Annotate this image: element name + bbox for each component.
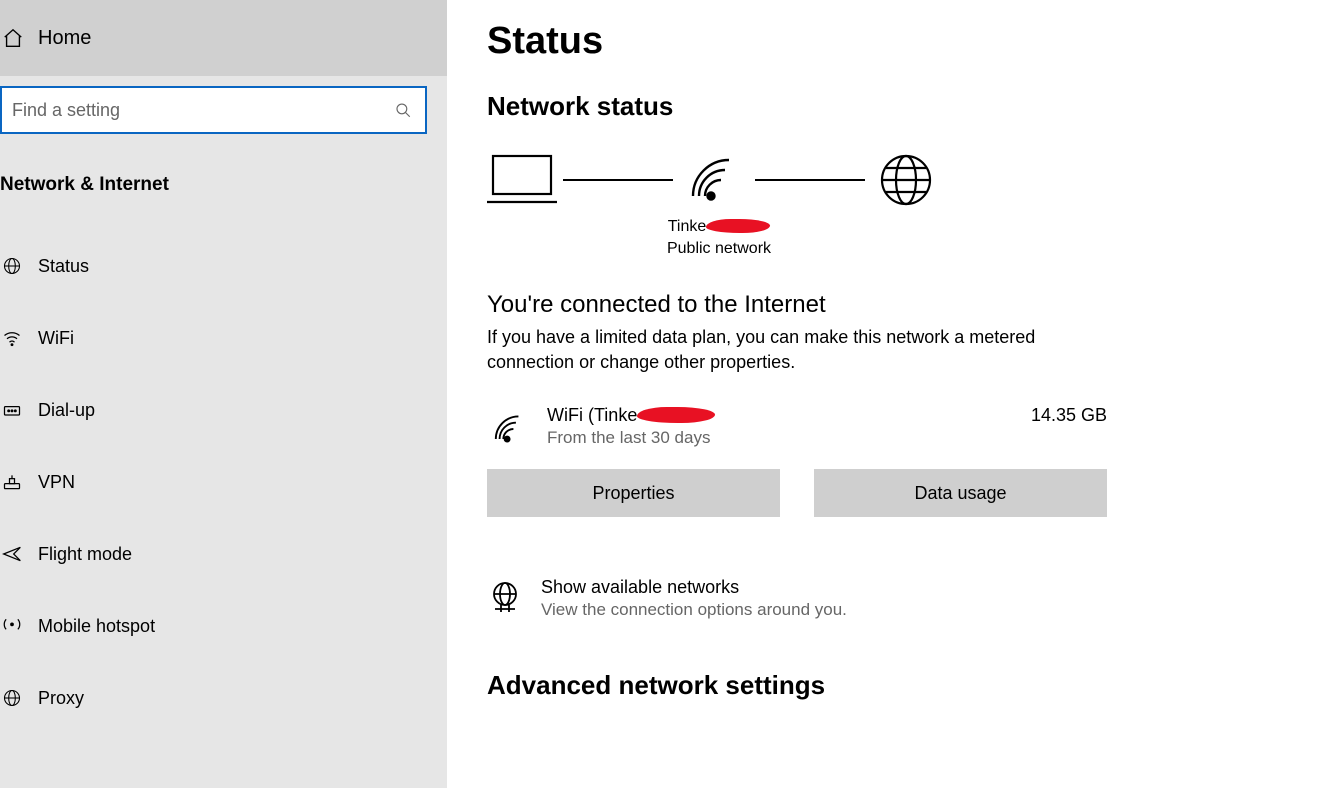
sidebar-item-status[interactable]: Status <box>0 230 447 302</box>
network-name-prefix: Tinke <box>668 218 707 235</box>
topology-wifi-icon <box>679 152 749 208</box>
sidebar-item-label: VPN <box>38 472 75 493</box>
sidebar-home-label: Home <box>38 27 91 50</box>
connected-heading: You're connected to the Internet <box>487 291 1301 319</box>
network-monitor-icon <box>487 577 541 615</box>
sidebar-item-mobile-hotspot[interactable]: Mobile hotspot <box>0 590 447 662</box>
airplane-icon <box>0 544 38 564</box>
sidebar-item-label: Mobile hotspot <box>38 616 155 637</box>
sidebar: Home Network & Internet Status <box>0 0 447 788</box>
available-networks-subtitle: View the connection options around you. <box>541 600 847 620</box>
topology-device-icon <box>487 152 557 208</box>
sidebar-item-label: Dial-up <box>38 400 95 421</box>
sidebar-item-flight-mode[interactable]: Flight mode <box>0 518 447 590</box>
vpn-icon <box>0 472 38 492</box>
topology-caption: Tinke Public network <box>629 216 809 261</box>
sidebar-item-wifi[interactable]: WiFi <box>0 302 447 374</box>
search-container <box>0 76 447 144</box>
connection-data-used: 14.35 GB <box>1031 405 1107 426</box>
sidebar-item-proxy[interactable]: Proxy <box>0 662 447 734</box>
topology-connector <box>755 179 865 181</box>
network-topology <box>487 152 1301 208</box>
dialup-icon <box>0 400 38 420</box>
sidebar-item-label: Status <box>38 256 89 277</box>
advanced-settings-heading: Advanced network settings <box>487 670 1301 701</box>
network-status-heading: Network status <box>487 91 1301 122</box>
sidebar-item-dialup[interactable]: Dial-up <box>0 374 447 446</box>
topology-connector <box>563 179 673 181</box>
show-available-networks[interactable]: Show available networks View the connect… <box>487 577 1301 620</box>
globe-icon <box>0 256 38 276</box>
sidebar-item-vpn[interactable]: VPN <box>0 446 447 518</box>
sidebar-section-heading: Network & Internet <box>0 144 447 210</box>
data-usage-button[interactable]: Data usage <box>814 469 1107 517</box>
redacted-text <box>706 219 770 233</box>
main-content: Status Network status Tinke <box>447 0 1341 788</box>
home-icon <box>0 27 38 49</box>
topology-internet-icon <box>871 152 941 208</box>
hotspot-icon <box>0 616 38 636</box>
sidebar-nav: Status WiFi Dial-up <box>0 210 447 734</box>
sidebar-item-label: Flight mode <box>38 544 132 565</box>
network-type-label: Public network <box>629 238 809 260</box>
sidebar-item-label: WiFi <box>38 328 74 349</box>
page-title: Status <box>487 20 1301 63</box>
globe-icon <box>0 688 38 708</box>
search-box[interactable] <box>0 86 427 134</box>
redacted-text <box>637 407 715 423</box>
properties-button[interactable]: Properties <box>487 469 780 517</box>
connection-usage-row: WiFi (Tinke From the last 30 days 14.35 … <box>487 405 1107 449</box>
wifi-icon <box>487 405 547 449</box>
search-input[interactable] <box>12 100 391 121</box>
connection-subtitle: From the last 30 days <box>547 428 1031 448</box>
sidebar-home[interactable]: Home <box>0 0 447 76</box>
sidebar-item-label: Proxy <box>38 688 84 709</box>
search-icon <box>391 101 415 119</box>
wifi-icon <box>0 328 38 348</box>
connected-description: If you have a limited data plan, you can… <box>487 325 1087 375</box>
available-networks-title: Show available networks <box>541 577 847 598</box>
connection-buttons: Properties Data usage <box>487 469 1301 517</box>
connection-title-prefix: WiFi (Tinke <box>547 405 637 425</box>
